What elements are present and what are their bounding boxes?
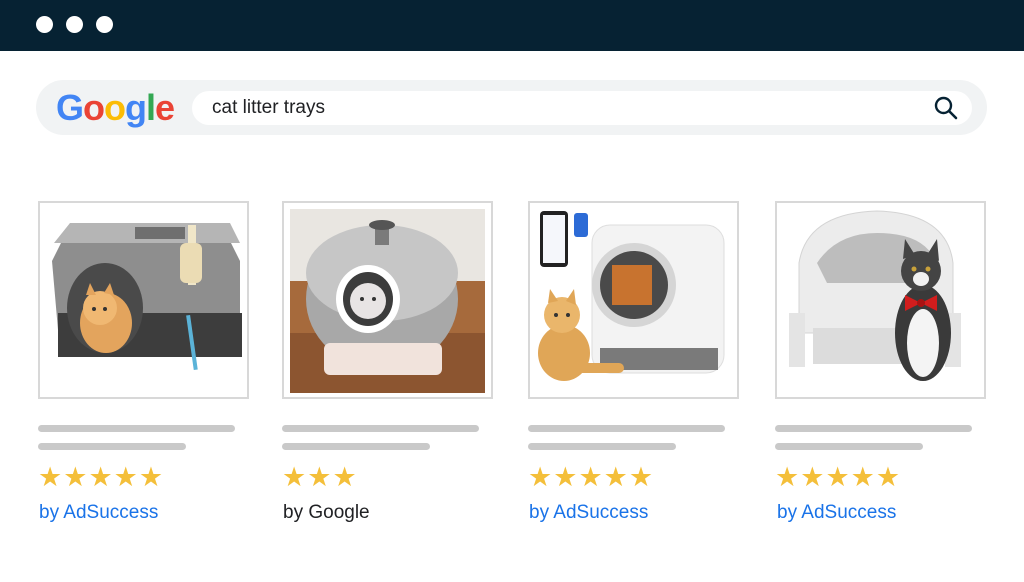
seller-link[interactable]: by AdSuccess [529,501,648,525]
star-icon: ★ [603,462,629,492]
star-icon: ★ [332,462,358,492]
star-icon: ★ [578,462,604,492]
subtitle-placeholder-bar [38,443,186,450]
star-icon: ★ [38,462,64,492]
product-image [40,203,247,397]
product-image [530,203,737,397]
star-icon: ★ [282,462,308,492]
window-dot[interactable] [66,16,83,33]
star-rating: ★★★ [282,462,358,492]
logo-letter: o [104,87,126,128]
subtitle-placeholder-bar [528,443,676,450]
star-icon: ★ [850,462,876,492]
search-query-text[interactable]: cat litter trays [212,96,325,120]
star-rating: ★★★★★ [775,462,902,492]
browser-titlebar [0,0,1024,51]
star-rating: ★★★★★ [528,462,655,492]
seller-link[interactable]: by AdSuccess [39,501,158,525]
google-logo: Google [56,87,175,128]
product-image [284,203,491,397]
logo-letter: l [146,87,156,128]
title-placeholder-bar [528,425,725,432]
product-card-2[interactable] [282,201,493,399]
product-card-4[interactable] [775,201,986,399]
product-card-3[interactable] [528,201,739,399]
star-icon: ★ [138,462,165,492]
seller-link[interactable]: by Google [283,501,370,525]
star-icon: ★ [528,462,554,492]
title-placeholder-bar [775,425,972,432]
star-icon: ★ [825,462,851,492]
star-icon: ★ [88,462,114,492]
star-icon: ★ [800,462,826,492]
title-placeholder-bar [38,425,235,432]
star-icon: ★ [775,462,801,492]
star-icon: ★ [307,462,333,492]
logo-letter: e [155,87,175,128]
title-placeholder-bar [282,425,479,432]
seller-link[interactable]: by AdSuccess [777,501,896,525]
star-rating: ★★★★★ [38,462,165,492]
subtitle-placeholder-bar [775,443,923,450]
logo-letter: g [125,87,147,128]
logo-letter: o [83,87,105,128]
search-icon[interactable] [933,95,959,121]
product-card-1[interactable] [38,201,249,399]
window-dot[interactable] [36,16,53,33]
star-icon: ★ [113,462,139,492]
subtitle-placeholder-bar [282,443,430,450]
window-dot[interactable] [96,16,113,33]
star-icon: ★ [63,462,89,492]
star-icon: ★ [875,462,902,492]
star-icon: ★ [553,462,579,492]
star-icon: ★ [628,462,655,492]
logo-letter: G [56,87,84,128]
product-image [777,203,984,397]
